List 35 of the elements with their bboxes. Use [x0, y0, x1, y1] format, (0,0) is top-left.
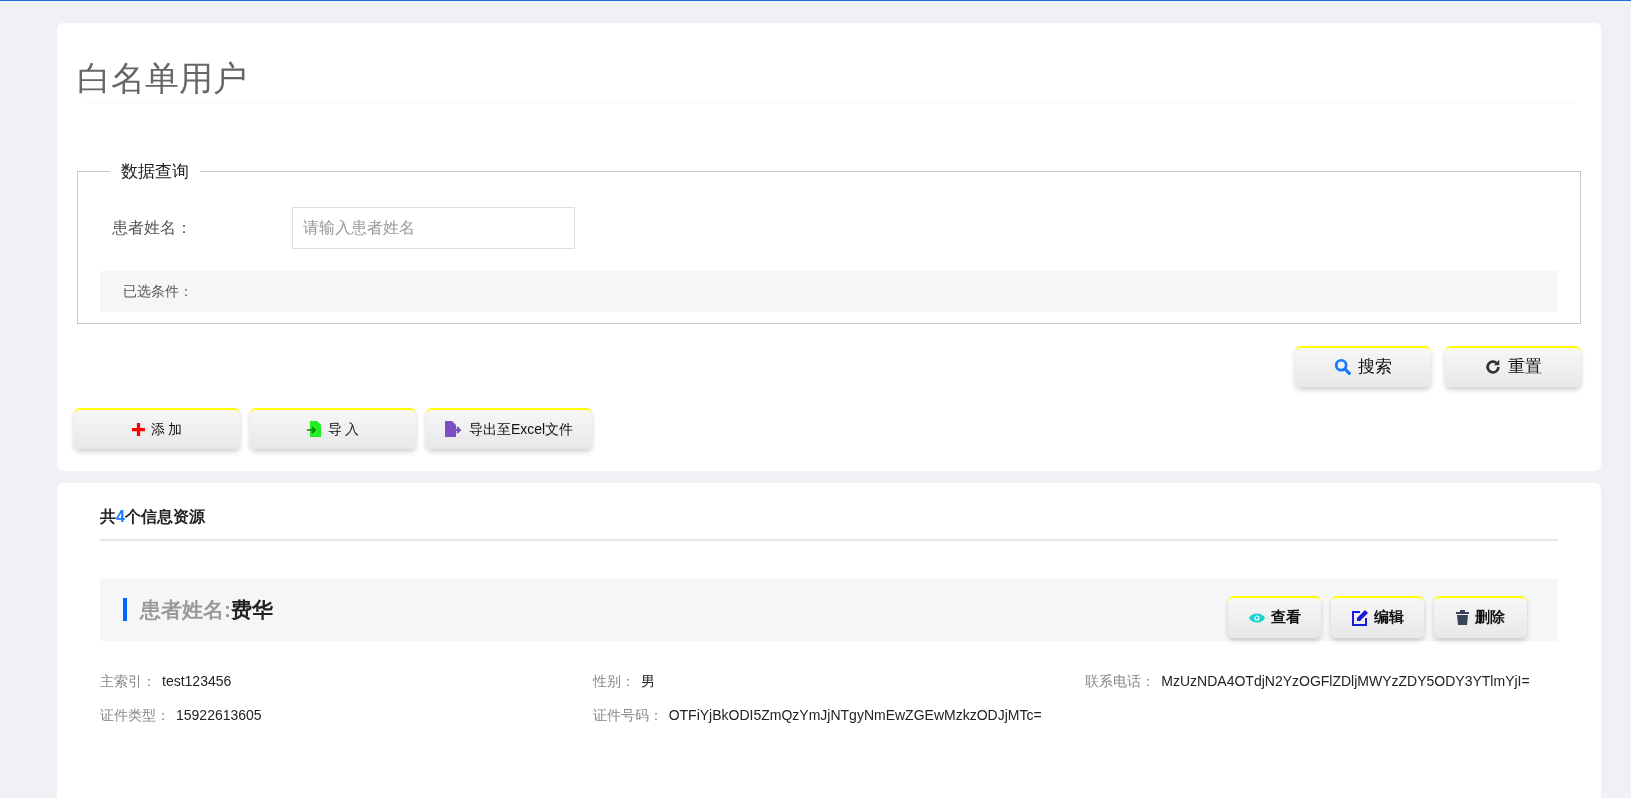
- query-legend: 数据查询: [110, 159, 200, 185]
- record-name: 费华: [231, 596, 273, 623]
- page-title: 白名单用户: [77, 61, 247, 95]
- delete-button[interactable]: 删除: [1434, 595, 1527, 638]
- selected-conditions-label: 已选条件：: [123, 281, 193, 301]
- reset-button[interactable]: 重置: [1445, 345, 1581, 387]
- search-icon: [1334, 358, 1352, 376]
- edit-button[interactable]: 编辑: [1331, 595, 1424, 638]
- record-name-label: 患者姓名:: [140, 596, 231, 623]
- view-button[interactable]: 查看: [1228, 595, 1321, 638]
- results-count: 共4个信息资源: [100, 507, 205, 525]
- field-value: MzUzNDA4OTdjN2YzOGFlZDljMWYzZDY5ODY3YTlmYjI=: [1161, 671, 1530, 691]
- eye-icon: [1248, 611, 1265, 624]
- field-label: 联系电话：: [1085, 671, 1156, 691]
- input-field[interactable]: 请输入患者姓名: [292, 206, 575, 249]
- trash-icon: [1456, 610, 1469, 625]
- refresh-icon: [1484, 358, 1502, 376]
- field-label: 患者姓名：: [111, 217, 193, 238]
- field-label: 证件号码：: [592, 705, 663, 725]
- file-export-icon: [444, 421, 463, 437]
- file-import-icon: [306, 421, 322, 437]
- field-value: test123456: [162, 671, 232, 691]
- plus-icon: [131, 422, 145, 436]
- import-button[interactable]: 导 入: [250, 407, 416, 449]
- field-value: 男: [640, 671, 655, 691]
- field-value: OTFiYjBkODI5ZmQzYmJjNTgyNmEwZGEwMzkzODJjMTc=: [668, 705, 1042, 725]
- field-label: 主索引：: [100, 671, 156, 691]
- search-button[interactable]: 搜索: [1295, 345, 1431, 387]
- field-label: 证件类型：: [100, 705, 170, 725]
- field-label: 性别：: [592, 671, 635, 691]
- edit-icon: [1351, 609, 1368, 626]
- accent-bar: [123, 598, 127, 621]
- field-value: 15922613605: [176, 705, 262, 725]
- add-button[interactable]: 添 加: [74, 407, 240, 449]
- export-button[interactable]: 导出至Excel文件: [426, 407, 592, 449]
